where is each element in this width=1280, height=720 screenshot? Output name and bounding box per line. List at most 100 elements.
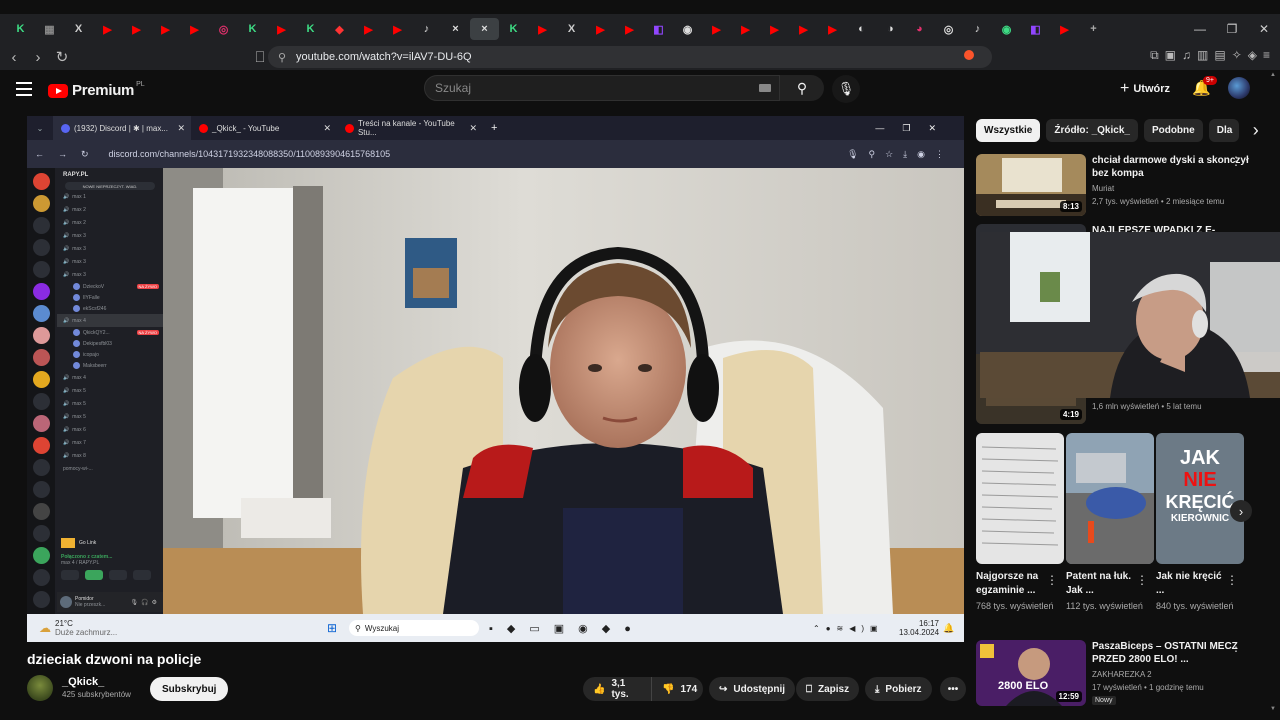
forward-icon[interactable]: › xyxy=(28,49,48,66)
avatar[interactable] xyxy=(1228,77,1250,99)
short-title[interactable]: Jak nie kręcić ... xyxy=(1156,570,1228,598)
chip-for-you[interactable]: Dla xyxy=(1208,119,1239,142)
browser-tab[interactable]: ◕ xyxy=(905,18,934,40)
browser-tab[interactable]: ▶ xyxy=(354,18,383,40)
url-field[interactable]: ⚲ youtube.com/watch?v=ilAV7-DU-6Q xyxy=(268,46,992,68)
video-channel[interactable]: ZAKHAREZKA 2 xyxy=(1092,668,1152,681)
related-video[interactable]: 2800 ELO 12:59 PaszaBiceps – OSTATNI MEC… xyxy=(976,640,1272,706)
vpn-icon[interactable]: ◈ xyxy=(1248,48,1257,63)
short-thumbnail[interactable] xyxy=(1066,433,1154,564)
browser-tab[interactable]: K xyxy=(296,18,325,40)
browser-tab[interactable]: K xyxy=(238,18,267,40)
extensions-icon[interactable]: ⧉ xyxy=(1150,48,1159,63)
video-channel[interactable]: Muriat xyxy=(1092,182,1114,195)
more-vert-icon[interactable]: ⋮ xyxy=(1136,573,1148,587)
browser-tab[interactable]: K xyxy=(6,18,35,40)
tab-search-icon[interactable]: ▣ xyxy=(1165,48,1176,63)
related-video[interactable]: 4:19 NAJLEPSZE WPADKI Z E- 1,6 mln wyświ… xyxy=(976,224,1280,424)
chip-related[interactable]: Podobne xyxy=(1143,119,1203,142)
browser-tab[interactable]: ♪ xyxy=(963,18,992,40)
shorts-next-icon[interactable]: › xyxy=(1230,500,1252,522)
short-title[interactable]: Najgorsze na egzaminie ... xyxy=(976,570,1048,598)
chip-all[interactable]: Wszystkie xyxy=(976,119,1041,142)
short-item[interactable]: Najgorsze na egzaminie ... 768 tys. wyśw… xyxy=(976,433,1064,613)
short-item[interactable]: Patent na łuk. Jak ... 112 tys. wyświetl… xyxy=(1066,433,1154,613)
browser-tab[interactable]: ▶ xyxy=(528,18,557,40)
like-button[interactable]: 👍 3,1 tys. xyxy=(583,677,651,701)
scroll-up-icon[interactable]: ▲ xyxy=(1270,72,1276,78)
dislike-button[interactable]: 👎 174 xyxy=(651,677,703,701)
video-thumbnail[interactable]: 2800 ELO 12:59 xyxy=(976,640,1086,706)
more-actions-button[interactable]: ••• xyxy=(940,677,966,701)
search-button[interactable]: ⚲ xyxy=(780,75,824,101)
short-thumbnail[interactable]: JAK NIE KRĘCIĆ KIEROWNIC xyxy=(1156,433,1244,564)
short-thumbnail[interactable] xyxy=(976,433,1064,564)
browser-tab[interactable]: ◉ xyxy=(673,18,702,40)
browser-tab[interactable]: × xyxy=(441,18,470,40)
short-item[interactable]: JAK NIE KRĘCIĆ KIEROWNIC Jak nie kręcić … xyxy=(1156,433,1244,613)
browser-tab[interactable]: + xyxy=(1079,18,1108,40)
site-info-icon[interactable]: ⚲ xyxy=(278,51,286,64)
youtube-logo[interactable]: Premium PL xyxy=(48,81,145,99)
share-button[interactable]: ↪ Udostępnij xyxy=(709,677,796,701)
browser-tab[interactable]: ◎ xyxy=(209,18,238,40)
more-vert-icon[interactable]: ⋮ xyxy=(1046,573,1058,587)
maximize-button[interactable]: ❐ xyxy=(1216,22,1248,36)
browser-tab[interactable]: ▶ xyxy=(615,18,644,40)
video-thumbnail[interactable]: 8:13 xyxy=(976,154,1086,216)
leo-icon[interactable]: ✧ xyxy=(1232,48,1242,63)
video-title[interactable]: PaszaBiceps – OSTATNI MECZ PRZED 2800 EL… xyxy=(1092,640,1252,666)
more-vert-icon[interactable]: ⋮ xyxy=(1230,640,1242,654)
browser-tab[interactable]: × xyxy=(470,18,499,40)
wallet-icon[interactable]: ▤ xyxy=(1214,48,1225,63)
browser-tab[interactable]: X xyxy=(557,18,586,40)
create-button[interactable]: + Utwórz xyxy=(1120,80,1170,98)
browser-tab[interactable]: ▶ xyxy=(151,18,180,40)
browser-tab[interactable]: ▶ xyxy=(702,18,731,40)
browser-tab[interactable]: ◆ xyxy=(325,18,354,40)
search-input[interactable]: Szukaj xyxy=(424,75,780,101)
close-window-button[interactable]: ✕ xyxy=(1248,22,1280,36)
download-button[interactable]: ⤓ Pobierz xyxy=(865,677,932,701)
keyboard-icon[interactable] xyxy=(759,84,771,92)
related-video[interactable]: 8:13 chciał darmowe dyski a skonczył bez… xyxy=(976,154,1272,216)
browser-tab[interactable]: ◉ xyxy=(992,18,1021,40)
video-player[interactable]: ⌄ (1932) Discord | ✱ | max... ✕ _Qkick_ … xyxy=(27,116,964,642)
browser-tab[interactable]: K xyxy=(499,18,528,40)
more-vert-icon[interactable]: ⋮ xyxy=(1226,573,1238,587)
scroll-down-icon[interactable]: ▼ xyxy=(1270,706,1276,712)
browser-tab[interactable]: ▶ xyxy=(1050,18,1079,40)
subscribe-button[interactable]: Subskrybuj xyxy=(150,677,229,701)
browser-tab[interactable]: ▶ xyxy=(383,18,412,40)
voice-search-button[interactable]: 🎙 xyxy=(832,75,860,103)
chip-source[interactable]: Źródło: _Qkick_ xyxy=(1046,119,1138,142)
browser-tab[interactable]: ▶ xyxy=(93,18,122,40)
back-icon[interactable]: ‹ xyxy=(4,49,24,66)
brave-shield-icon[interactable] xyxy=(964,50,974,60)
reload-icon[interactable]: ↻ xyxy=(52,48,72,66)
channel-avatar[interactable] xyxy=(27,675,53,701)
save-button[interactable]: ⎕ Zapisz xyxy=(796,677,860,701)
browser-tab[interactable]: ◑ xyxy=(876,18,905,40)
browser-tab[interactable]: ◐ xyxy=(847,18,876,40)
browser-tab[interactable]: ◧ xyxy=(644,18,673,40)
browser-tab[interactable]: ▶ xyxy=(180,18,209,40)
minimize-button[interactable]: — xyxy=(1184,22,1216,36)
browser-tab[interactable]: ▶ xyxy=(818,18,847,40)
browser-tab[interactable]: X xyxy=(64,18,93,40)
media-icon[interactable]: ♫ xyxy=(1182,48,1191,63)
browser-tab[interactable]: ▶ xyxy=(122,18,151,40)
browser-tab[interactable]: ▦ xyxy=(35,18,64,40)
video-title[interactable]: chciał darmowe dyski a skonczył bez komp… xyxy=(1092,154,1252,180)
browser-tab[interactable]: ▶ xyxy=(789,18,818,40)
more-vert-icon[interactable]: ⋮ xyxy=(1230,154,1242,168)
browser-tab[interactable]: ▶ xyxy=(586,18,615,40)
browser-tab[interactable]: ♪ xyxy=(412,18,441,40)
browser-tab[interactable]: ▶ xyxy=(731,18,760,40)
browser-tab[interactable]: ▶ xyxy=(760,18,789,40)
browser-tab[interactable]: ▶ xyxy=(267,18,296,40)
sidebar-icon[interactable]: ▥ xyxy=(1197,48,1208,63)
browser-tab[interactable]: ◎ xyxy=(934,18,963,40)
channel-name[interactable]: _Qkick_ xyxy=(62,676,104,688)
browser-tab[interactable]: ◧ xyxy=(1021,18,1050,40)
